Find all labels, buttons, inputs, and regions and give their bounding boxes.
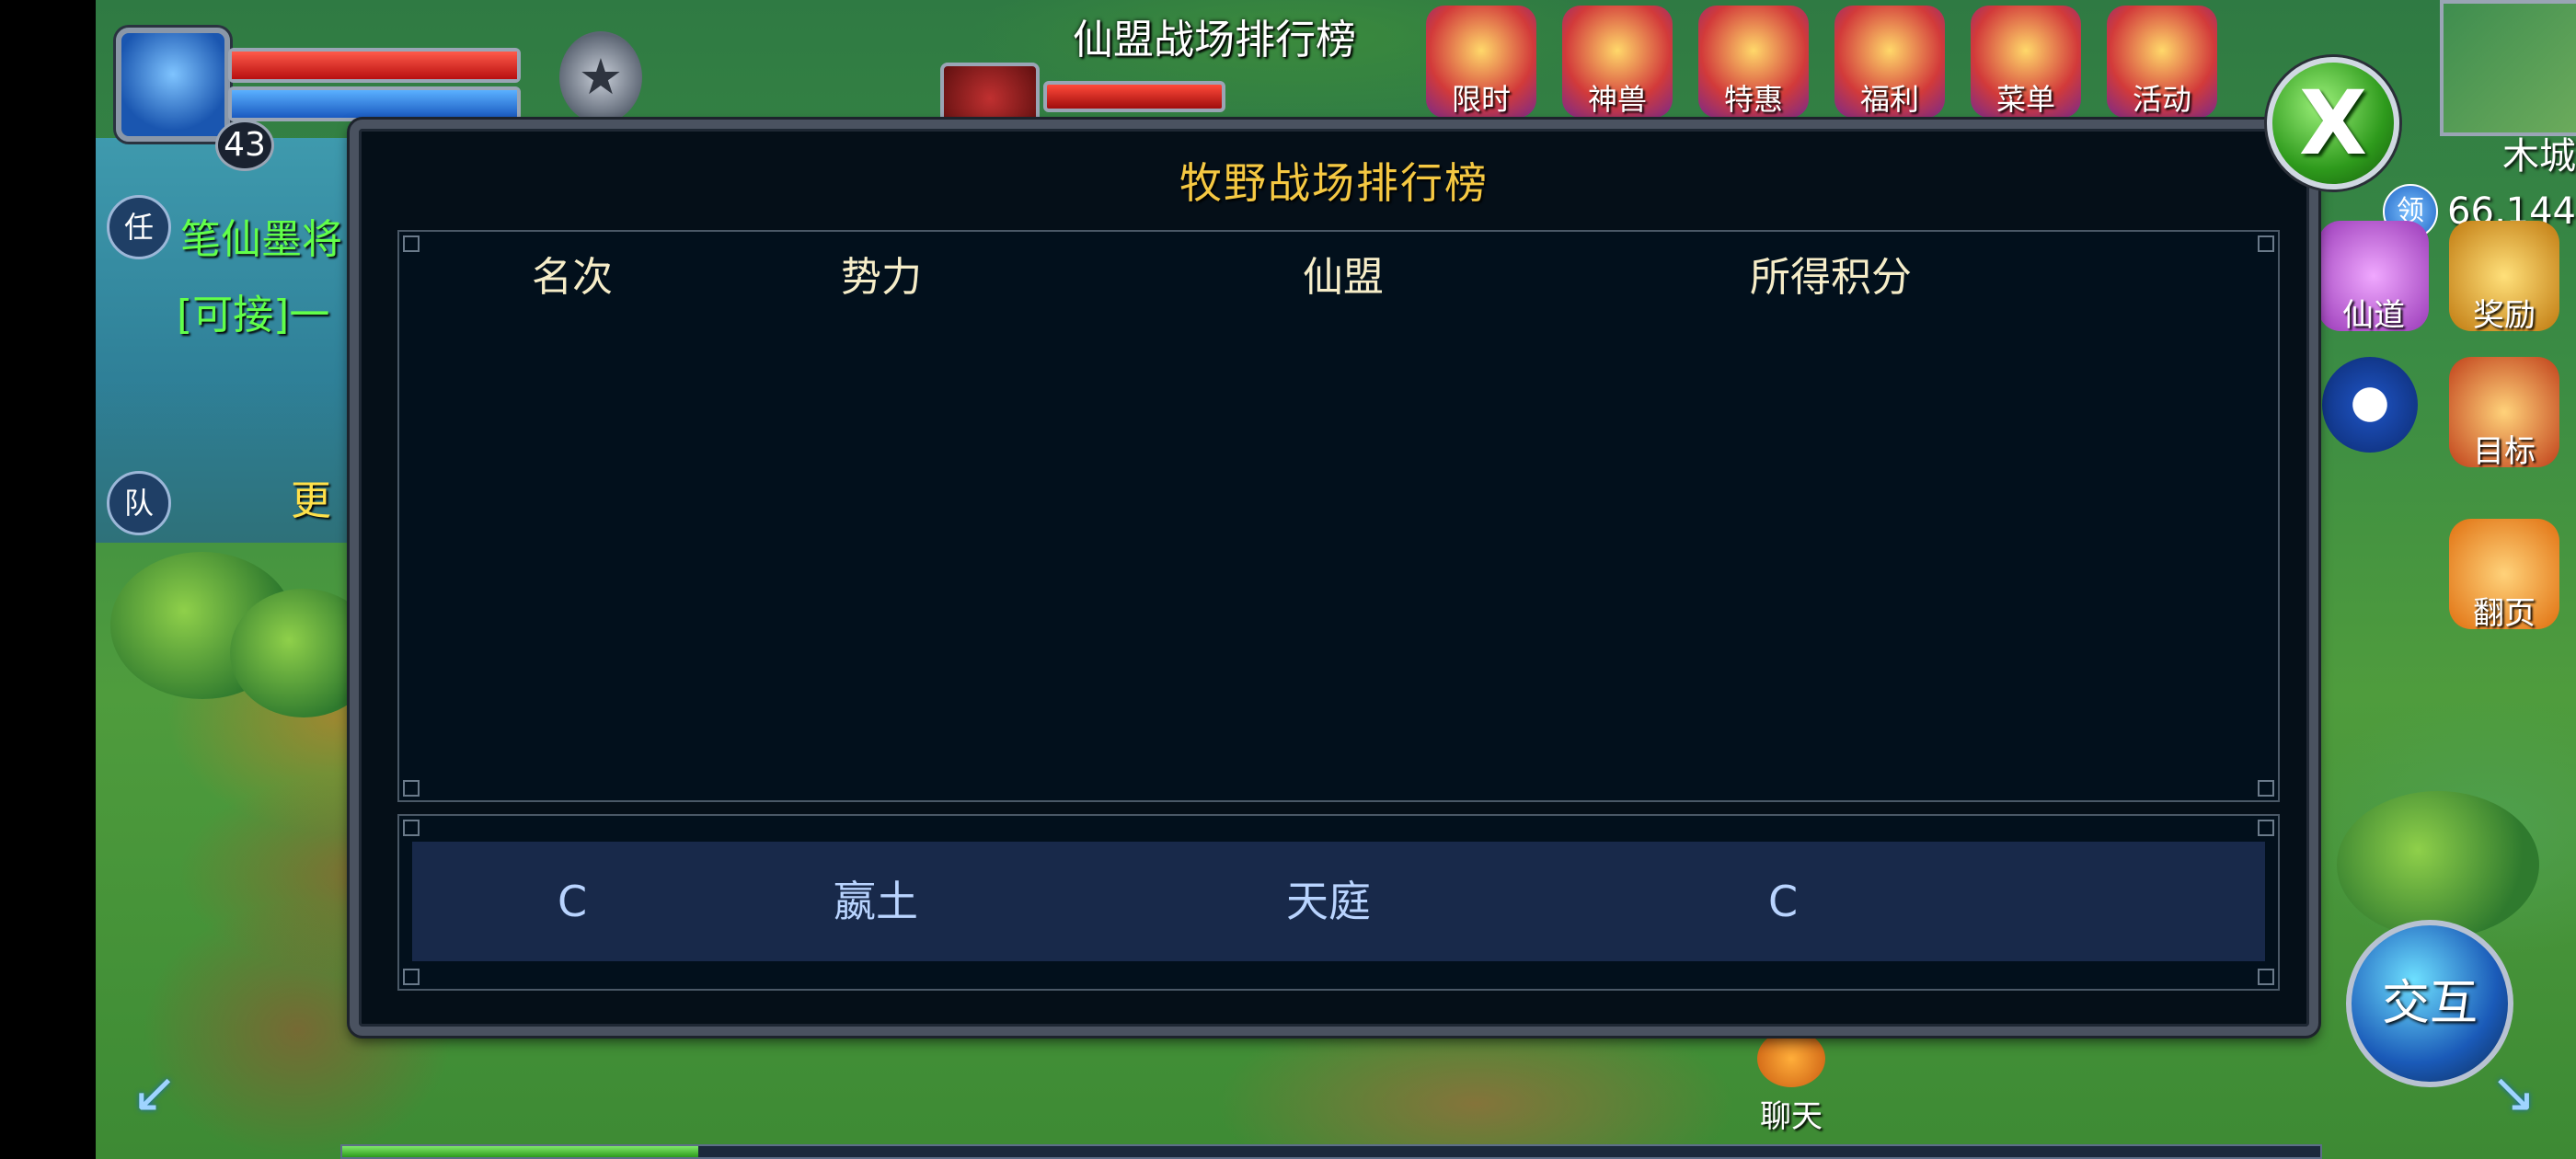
team-tab-button[interactable]: 队 [107, 471, 171, 535]
self-score-cell: C [1767, 877, 1799, 926]
panel-title: 牧野战场排行榜 [1179, 158, 1489, 208]
side-menu-label: 目标 [2473, 433, 2536, 470]
column-header-rank: 名次 [532, 254, 613, 301]
interact-button[interactable]: 交互 [2346, 920, 2513, 1087]
frame-corner [2258, 969, 2274, 985]
game-screen: 43 ★ 仙盟战场排行榜 限时 神兽 特惠 福利 菜单 活动 木城66,144 … [0, 0, 2576, 1159]
player-level-badge: 43 [215, 120, 274, 171]
activity-icon-row: 限时 神兽 特惠 福利 菜单 活动 [1417, 0, 2245, 120]
ranking-panel: 牧野战场排行榜 名次 势力 仙盟 所得积分 C 嬴土 天庭 C [350, 120, 2318, 1036]
activity-limited-button[interactable]: 限时 [1426, 6, 1536, 118]
side-menu-label: 翻页 [2473, 595, 2536, 632]
activity-label: 限时 [1451, 82, 1511, 117]
activity-beast-button[interactable]: 神兽 [1562, 6, 1673, 118]
chat-label: 聊天 [1760, 1098, 1823, 1135]
player-hp-fill [232, 52, 517, 79]
self-alliance-cell: 天庭 [1286, 877, 1371, 926]
minimap[interactable] [2440, 0, 2576, 136]
frame-corner [403, 235, 420, 252]
self-rank-cell: C [557, 877, 588, 926]
frame-corner [403, 969, 420, 985]
target-hp-bar [1043, 81, 1225, 112]
map-title: 仙盟战场排行榜 [1073, 17, 1356, 63]
activity-menu-button[interactable]: 菜单 [1971, 6, 2081, 118]
tree-foliage [2337, 791, 2539, 938]
self-ranking-row[interactable]: C 嬴土 天庭 C [412, 842, 2265, 961]
activity-label: 特惠 [1723, 82, 1783, 117]
frame-corner [403, 820, 420, 836]
yin-yang-icon[interactable] [2322, 357, 2418, 453]
frame-corner [2258, 780, 2274, 797]
task-tab-button[interactable]: 任 [107, 195, 171, 259]
chat-button[interactable]: 聊天 [1741, 1030, 1842, 1135]
side-menu-label: 奖励 [2473, 297, 2536, 334]
frame-corner [2258, 820, 2274, 836]
activity-label: 活动 [2132, 82, 2191, 117]
frame-corner [2258, 235, 2274, 252]
experience-bar [340, 1144, 2322, 1159]
player-mp-fill [232, 90, 517, 118]
immortal-path-button[interactable]: 仙道 [2318, 221, 2429, 334]
flip-page-button[interactable]: 翻页 [2449, 519, 2559, 632]
activity-discount-button[interactable]: 特惠 [1698, 6, 1809, 118]
self-ranking-frame: C 嬴土 天庭 C [397, 814, 2280, 991]
collapse-left-arrow-icon[interactable]: ↙ [120, 1058, 190, 1128]
column-header-faction: 势力 [841, 254, 922, 301]
frame-corner [403, 780, 420, 797]
activity-welfare-button[interactable]: 福利 [1834, 6, 1945, 118]
star-emblem-icon[interactable]: ★ [559, 31, 642, 123]
side-menu-label: 仙道 [2342, 297, 2405, 334]
quest-title[interactable]: 笔仙墨将 [180, 206, 342, 265]
chat-bubble-icon [1757, 1030, 1825, 1087]
activity-label: 菜单 [1995, 82, 2055, 117]
reward-button[interactable]: 奖励 [2449, 221, 2559, 334]
close-button[interactable]: X [2267, 57, 2399, 189]
player-avatar[interactable] [116, 28, 230, 142]
collapse-right-arrow-icon[interactable]: ↘ [2478, 1058, 2548, 1128]
column-header-score: 所得积分 [1750, 254, 1912, 301]
ranking-list[interactable]: 名次 势力 仙盟 所得积分 [397, 230, 2280, 802]
experience-fill [342, 1146, 698, 1157]
player-hp-bar [228, 48, 521, 83]
player-mp-bar [228, 86, 521, 121]
quest-more-text[interactable]: 更 [291, 467, 331, 526]
activity-label: 神兽 [1587, 82, 1647, 117]
quest-subtitle[interactable]: [可接]一 [177, 281, 329, 340]
column-header-alliance: 仙盟 [1303, 254, 1384, 301]
target-goal-button[interactable]: 目标 [2449, 357, 2559, 470]
activity-label: 福利 [1859, 82, 1919, 117]
self-faction-cell: 嬴土 [834, 877, 918, 926]
activity-event-button[interactable]: 活动 [2107, 6, 2217, 118]
